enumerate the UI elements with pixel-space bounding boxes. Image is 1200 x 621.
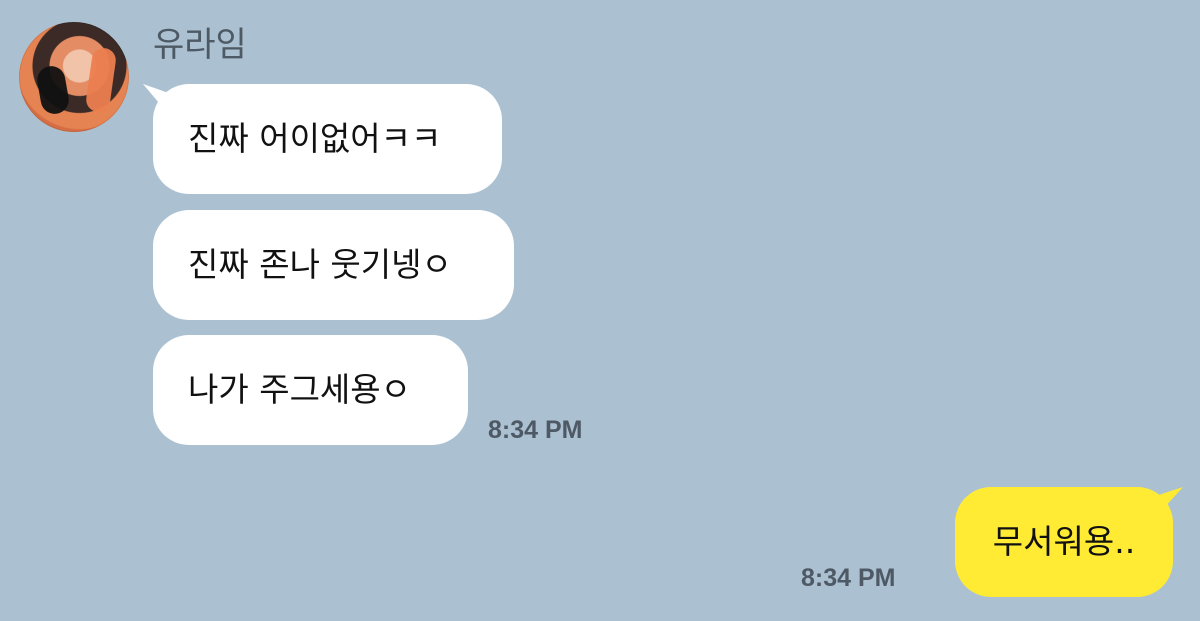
outgoing-message-bubble[interactable]: 무서워용..	[955, 487, 1173, 597]
incoming-message-text-2: 진짜 존나 웃기넹ㅇ	[188, 245, 452, 284]
incoming-message-text-3: 나가 주그세용ㅇ	[188, 370, 412, 409]
incoming-message-timestamp: 8:34 PM	[488, 416, 583, 444]
incoming-message-text-1: 진짜 어이없어ㅋㅋ	[188, 119, 442, 158]
sender-avatar[interactable]	[19, 22, 129, 132]
incoming-message-bubble-1[interactable]: 진짜 어이없어ㅋㅋ	[153, 84, 502, 194]
sender-name: 유라임	[153, 25, 247, 65]
incoming-message-bubble-3[interactable]: 나가 주그세용ㅇ	[153, 335, 468, 445]
outgoing-message-text: 무서워용..	[992, 522, 1136, 561]
chat-conversation: 유라임 진짜 어이없어ㅋㅋ 진짜 존나 웃기넹ㅇ 나가 주그세용ㅇ 8:34 P…	[0, 0, 1200, 621]
outgoing-message-timestamp: 8:34 PM	[801, 564, 896, 592]
incoming-message-bubble-2[interactable]: 진짜 존나 웃기넹ㅇ	[153, 210, 514, 320]
